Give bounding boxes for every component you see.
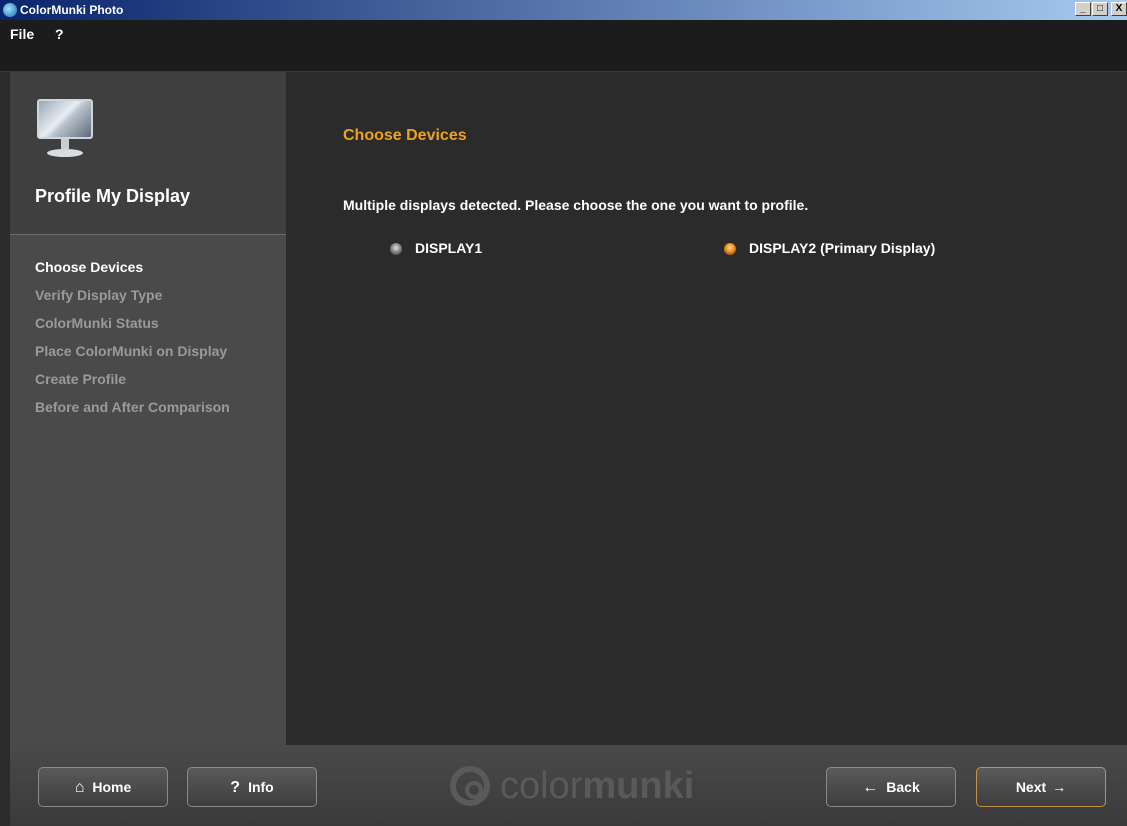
colormunki-logo-icon	[450, 766, 490, 806]
app-window: ColorMunki Photo _ □ X File ? Profile My…	[0, 0, 1127, 826]
maximize-button[interactable]: □	[1092, 2, 1108, 16]
next-button[interactable]: Next →	[976, 767, 1106, 807]
home-button[interactable]: ⌂ Home	[38, 767, 168, 807]
instruction-text: Multiple displays detected. Please choos…	[343, 197, 809, 213]
step-before-after-comparison: Before and After Comparison	[35, 399, 230, 415]
monitor-icon	[37, 99, 93, 161]
menu-help[interactable]: ?	[55, 26, 64, 42]
menu-bar: File ?	[0, 20, 1127, 72]
back-label: Back	[886, 779, 920, 795]
home-icon: ⌂	[74, 779, 85, 796]
colormunki-app-icon	[3, 3, 17, 17]
step-colormunki-status: ColorMunki Status	[35, 315, 159, 331]
info-button[interactable]: ? Info	[187, 767, 317, 807]
colormunki-logo: colormunki	[450, 763, 710, 809]
radio-unselected-icon[interactable]	[390, 243, 402, 255]
display1-label[interactable]: DISPLAY1	[415, 240, 482, 256]
section-title: Profile My Display	[35, 186, 191, 206]
home-label: Home	[92, 779, 132, 795]
back-button[interactable]: ← Back	[826, 767, 956, 807]
page-heading: Choose Devices	[343, 127, 467, 144]
arrow-left-icon: ←	[862, 779, 879, 796]
info-label: Info	[248, 779, 274, 795]
step-place-colormunki: Place ColorMunki on Display	[35, 343, 228, 359]
display2-label[interactable]: DISPLAY2 (Primary Display)	[749, 240, 935, 256]
close-button[interactable]: X	[1111, 2, 1127, 16]
next-label: Next	[1015, 779, 1047, 795]
menu-file[interactable]: File	[10, 26, 34, 42]
main-panel: Choose Devices Multiple displays detecte…	[286, 72, 1127, 745]
sidebar-header: Profile My Display	[10, 72, 286, 235]
arrow-right-icon: →	[1052, 779, 1067, 795]
radio-selected-icon[interactable]	[724, 243, 736, 255]
question-icon: ?	[230, 779, 241, 796]
step-choose-devices: Choose Devices	[35, 259, 144, 275]
minimize-button[interactable]: _	[1075, 2, 1091, 16]
step-list: Choose Devices Verify Display Type Color…	[35, 259, 230, 427]
step-verify-display-type: Verify Display Type	[35, 287, 163, 303]
window-title: ColorMunki Photo	[20, 3, 124, 17]
step-create-profile: Create Profile	[35, 371, 127, 387]
title-bar: ColorMunki Photo _ □ X	[0, 0, 1127, 20]
footer-bar: ⌂ Home ? Info colormunki ← Back Next →	[10, 745, 1127, 826]
sidebar: Profile My Display Choose Devices Verify…	[10, 72, 286, 745]
